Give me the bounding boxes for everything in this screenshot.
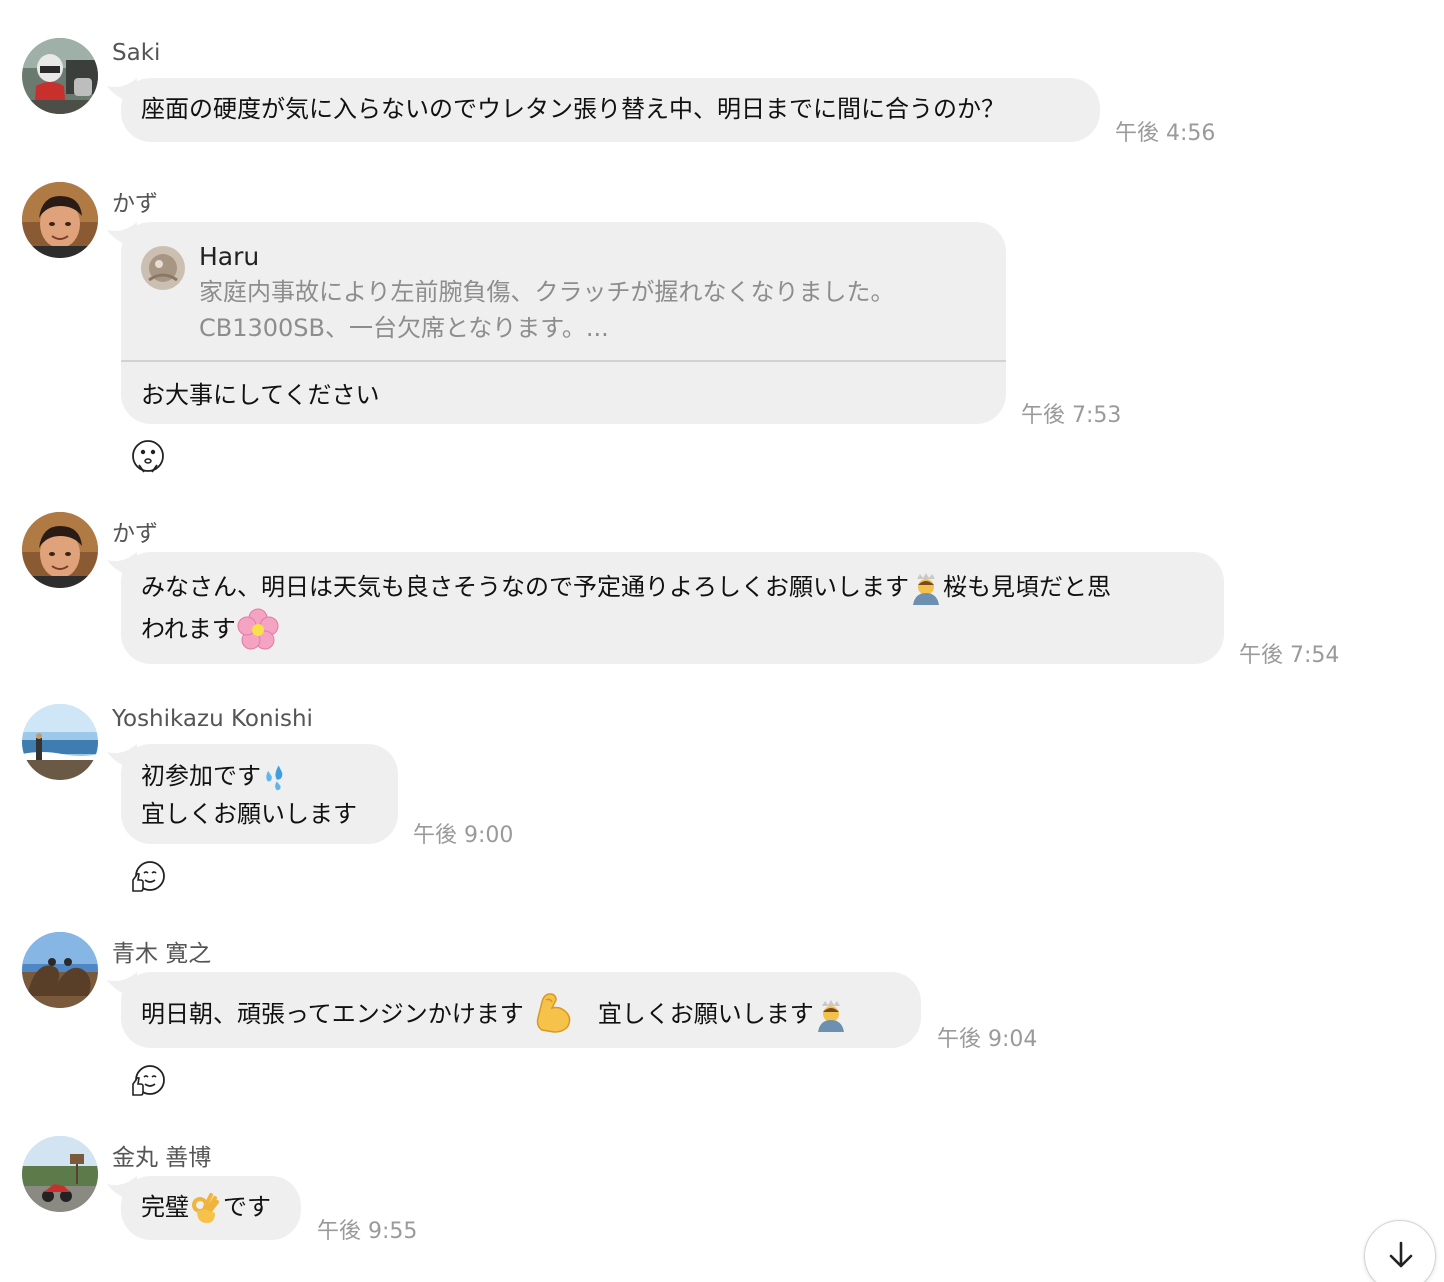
message-text-segment: です: [223, 1193, 271, 1221]
quoted-sender-name: Haru: [199, 242, 260, 271]
message-text-segment: 宜しくお願いします: [597, 1000, 814, 1028]
message-text-segment: 明日朝、頑張ってエンジンかけます: [141, 1000, 524, 1028]
quoted-avatar: [141, 246, 185, 290]
ok-hand-icon: [189, 1191, 223, 1225]
sender-name: かず: [112, 521, 158, 547]
reply-message-bubble[interactable]: Haru 家庭内事故により左前腕負傷、クラッチが握れなくなりました。 CB130…: [107, 222, 1006, 424]
thumbs-up-face-sticker-icon[interactable]: [130, 858, 166, 894]
message-time: 午後 7:54: [1239, 643, 1340, 668]
message-time: 午後 9:00: [413, 823, 514, 848]
sender-name: かず: [112, 191, 158, 217]
arrow-down-icon: [1389, 1241, 1413, 1268]
message-text: お大事にしてください: [141, 381, 380, 409]
message-text: 完璧 です: [121, 1176, 301, 1238]
quoted-text-line: 家庭内事故により左前腕負傷、クラッチが握れなくなりました。: [199, 278, 895, 306]
message-time: 午後 7:53: [1021, 403, 1122, 428]
flexed-biceps-icon: [530, 988, 576, 1034]
message-text-segment: われます: [141, 615, 236, 643]
avatar-kanemaru-yoshihiro[interactable]: [22, 1136, 98, 1212]
message-text-segment: 宜しくお願いします: [141, 800, 357, 828]
scroll-to-bottom-button[interactable]: [1364, 1220, 1436, 1282]
message-text: みなさん、明日は天気も良さそうなので予定通りよろしくお願いします 桜も見頃だと思 …: [121, 552, 1224, 664]
message-text: 初参加です 宜しくお願いします: [121, 744, 398, 845]
avatar-kazu[interactable]: [22, 182, 98, 258]
message-time: 午後 9:04: [937, 1027, 1038, 1052]
quoted-text-line: CB1300SB、一台欠席となります。...: [199, 314, 609, 342]
message-bubble[interactable]: みなさん、明日は天気も良さそうなので予定通りよろしくお願いします 桜も見頃だと思 …: [107, 552, 1224, 664]
avatar-saki[interactable]: [22, 38, 98, 114]
bowing-person-icon: [909, 571, 943, 605]
message-text: 明日朝、頑張ってエンジンかけます 宜しくお願いします: [121, 972, 921, 1046]
message-time: 午後 9:55: [317, 1219, 418, 1244]
avatar-kazu[interactable]: [22, 512, 98, 588]
sender-name: 金丸 善博: [112, 1145, 212, 1171]
bowing-person-icon: [814, 998, 848, 1032]
thumbs-up-face-sticker-icon[interactable]: [130, 1062, 166, 1098]
message-bubble[interactable]: 初参加です 宜しくお願いします: [107, 744, 398, 845]
message-time: 午後 4:56: [1115, 121, 1216, 146]
cherry-blossom-icon: [236, 608, 280, 652]
avatar-yoshikazu-konishi[interactable]: [22, 704, 98, 780]
quoted-message[interactable]: Haru 家庭内事故により左前腕負傷、クラッチが握れなくなりました。 CB130…: [121, 222, 1006, 362]
message-text-segment: 完璧: [141, 1193, 189, 1221]
message-text: 座面の硬度が気に入らないのでウレタン張り替え中、明日までに間に合うのか？: [141, 95, 1005, 123]
chat-message-list[interactable]: Saki 座面の硬度が気に入らないのでウレタン張り替え中、明日までに間に合うのか…: [0, 0, 1444, 1282]
sender-name: Saki: [112, 40, 161, 66]
worried-face-sticker-icon[interactable]: [130, 439, 166, 475]
message-bubble[interactable]: 座面の硬度が気に入らないのでウレタン張り替え中、明日までに間に合うのか？: [107, 78, 1100, 142]
avatar-aoki-hiroyuki[interactable]: [22, 932, 98, 1008]
message-bubble[interactable]: 明日朝、頑張ってエンジンかけます 宜しくお願いします: [107, 972, 921, 1048]
sweat-droplets-icon: [261, 762, 291, 792]
sender-name: Yoshikazu Konishi: [112, 706, 313, 732]
message-bubble[interactable]: 完璧 です: [107, 1176, 301, 1240]
message-text-segment: みなさん、明日は天気も良さそうなので予定通りよろしくお願いします: [141, 573, 909, 601]
message-text-segment: 桜も見頃だと思: [943, 573, 1111, 601]
sender-name: 青木 寛之: [112, 941, 212, 967]
message-text-segment: 初参加です: [141, 762, 261, 790]
